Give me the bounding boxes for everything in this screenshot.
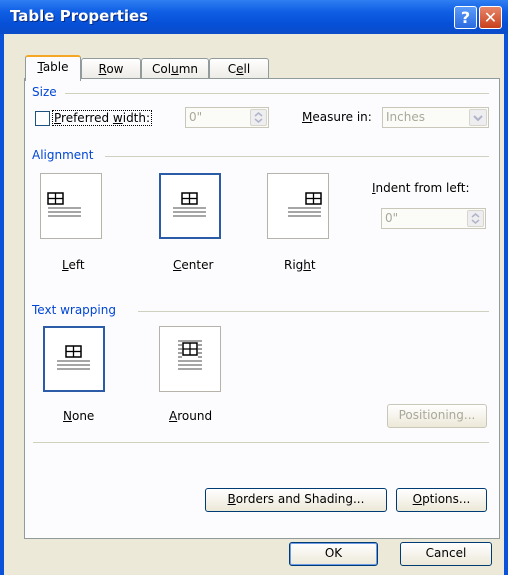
preferred-width-checkbox[interactable] [35, 111, 50, 126]
tab-table[interactable]: Table [25, 55, 81, 81]
positioning-button[interactable]: Positioning... [387, 404, 487, 428]
indent-value: 0" [385, 211, 399, 225]
alignment-group-label: Alignment [32, 148, 94, 162]
align-left-icon [47, 192, 81, 217]
cancel-button[interactable]: Cancel [400, 542, 492, 566]
align-right-label: Right [284, 258, 316, 272]
wrap-none-icon [57, 345, 90, 370]
close-button[interactable]: ✕ [479, 6, 502, 29]
align-center-icon [173, 192, 206, 217]
align-right-option[interactable] [267, 173, 329, 239]
align-left-option[interactable] [40, 173, 102, 239]
measure-in-value: Inches [386, 110, 425, 124]
measure-in-select[interactable]: Inches [382, 107, 489, 128]
spinner-arrows-icon[interactable] [250, 109, 267, 126]
align-center-label: Center [173, 258, 214, 272]
text-wrapping-divider [138, 311, 489, 312]
spinner-arrows-icon[interactable] [467, 210, 484, 227]
dialog-body: Table Row Column Cell Size Preferred wid… [4, 34, 504, 575]
align-center-option[interactable] [159, 173, 221, 239]
tab-column[interactable]: Column [141, 58, 209, 79]
indent-from-left-label: Indent from left: [372, 181, 470, 195]
tab-cell[interactable]: Cell [209, 58, 269, 79]
borders-and-shading-button[interactable]: Borders and Shading... [205, 488, 387, 512]
bottom-divider [33, 442, 489, 443]
dialog-window: Table Properties ? ✕ Table Row Column Ce… [0, 0, 508, 575]
title-bar[interactable]: Table Properties ? ✕ [0, 0, 508, 34]
wrap-around-label: Around [169, 409, 213, 423]
wrap-around-option[interactable] [159, 326, 221, 392]
help-button[interactable]: ? [454, 6, 477, 29]
preferred-width-label[interactable]: Preferred width: [52, 110, 153, 126]
size-divider [65, 93, 489, 94]
wrap-none-label: None [63, 409, 95, 423]
align-right-icon [288, 192, 322, 217]
wrap-none-option[interactable] [43, 326, 105, 392]
measure-in-label: Measure in: [302, 110, 372, 124]
indent-from-left-spinner[interactable]: 0" [381, 208, 486, 229]
chevron-down-icon[interactable] [469, 109, 487, 126]
dialog-title: Table Properties [10, 7, 149, 25]
tab-row[interactable]: Row [81, 58, 141, 79]
table-tab-panel: Size Preferred width: 0" Measure in: Inc… [24, 78, 500, 539]
wrap-around-icon [178, 340, 202, 370]
ok-button[interactable]: OK [289, 542, 378, 566]
size-group-label: Size [32, 85, 57, 99]
text-wrapping-group-label: Text wrapping [32, 303, 116, 317]
options-button[interactable]: Options... [396, 488, 487, 512]
preferred-width-spinner[interactable]: 0" [185, 107, 269, 128]
preferred-width-value: 0" [189, 110, 203, 124]
alignment-divider [105, 156, 489, 157]
align-left-label: Left [62, 258, 85, 272]
